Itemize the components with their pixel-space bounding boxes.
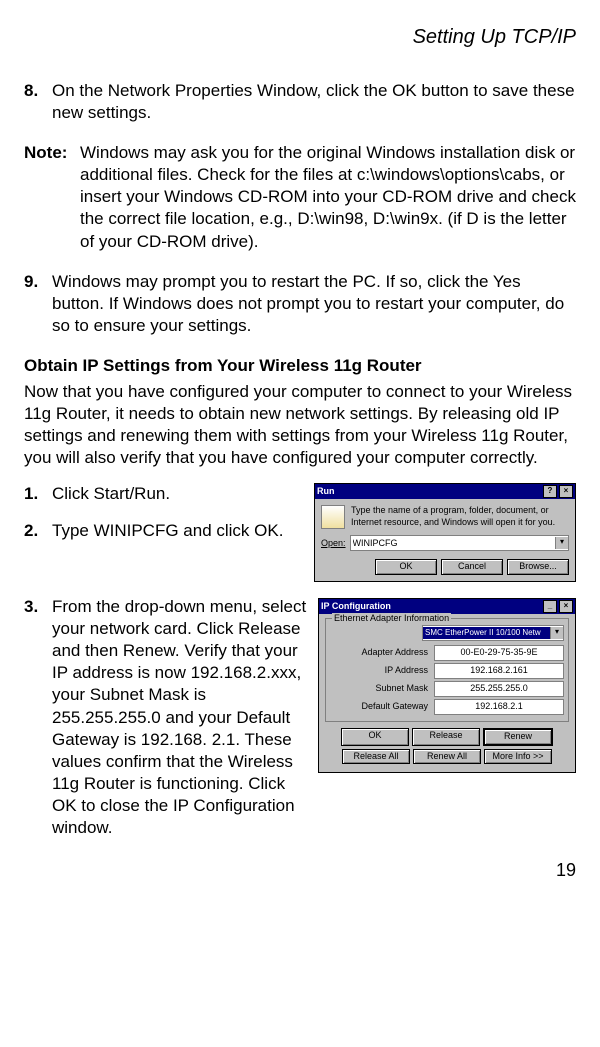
cancel-button[interactable]: Cancel: [441, 559, 503, 575]
ipconf-titlebar: IP Configuration _ ×: [319, 599, 575, 614]
help-button[interactable]: ?: [543, 485, 557, 498]
renew-all-button[interactable]: Renew All: [413, 749, 481, 765]
step-text: From the drop-down menu, select your net…: [52, 596, 308, 839]
minimize-button[interactable]: _: [543, 600, 557, 613]
renew-button[interactable]: Renew: [483, 728, 553, 746]
dropdown-icon[interactable]: ▾: [550, 627, 563, 639]
close-button[interactable]: ×: [559, 600, 573, 613]
run-description: Type the name of a program, folder, docu…: [351, 505, 569, 529]
open-combobox[interactable]: ▾: [350, 535, 569, 551]
close-button[interactable]: ×: [559, 485, 573, 498]
group-title: Ethernet Adapter Information: [332, 613, 451, 625]
step-number: 3.: [24, 596, 52, 839]
subnet-mask-label: Subnet Mask: [330, 683, 434, 695]
subnet-mask-value: 255.255.255.0: [434, 681, 564, 697]
note-text: Windows may ask you for the original Win…: [80, 142, 576, 252]
step-number: 2.: [24, 520, 52, 542]
adapter-selected: SMC EtherPower II 10/100 Netw: [423, 627, 550, 639]
run-title-text: Run: [317, 486, 335, 498]
release-button[interactable]: Release: [412, 728, 480, 746]
subheading: Obtain IP Settings from Your Wireless 11…: [24, 355, 576, 377]
run-dialog: Run ? × Type the name of a program, fold…: [314, 483, 576, 582]
ok-button[interactable]: OK: [375, 559, 437, 575]
step-text: Windows may prompt you to restart the PC…: [52, 271, 576, 337]
step-8: 8. On the Network Properties Window, cli…: [24, 80, 576, 124]
ip-address-value: 192.168.2.161: [434, 663, 564, 679]
adapter-combobox[interactable]: SMC EtherPower II 10/100 Netw ▾: [422, 625, 564, 641]
run-titlebar: Run ? ×: [315, 484, 575, 499]
step-number: 9.: [24, 271, 52, 337]
ok-button[interactable]: OK: [341, 728, 409, 746]
step-text: Type WINIPCFG and click OK.: [52, 520, 304, 542]
adapter-address-label: Adapter Address: [330, 647, 434, 659]
browse-button[interactable]: Browse...: [507, 559, 569, 575]
intro-paragraph: Now that you have configured your comput…: [24, 381, 576, 469]
ip-address-label: IP Address: [330, 665, 434, 677]
page-header: Setting Up TCP/IP: [24, 24, 576, 50]
step-number: 8.: [24, 80, 52, 124]
page-number: 19: [24, 859, 576, 882]
adapter-info-group: Ethernet Adapter Information SMC EtherPo…: [325, 618, 569, 722]
step-1: 1. Click Start/Run.: [24, 483, 304, 505]
note-block: Note: Windows may ask you for the origin…: [24, 142, 576, 252]
step-text: Click Start/Run.: [52, 483, 304, 505]
default-gateway-label: Default Gateway: [330, 701, 434, 713]
step-3: 3. From the drop-down menu, select your …: [24, 596, 308, 839]
ipconf-title-text: IP Configuration: [321, 601, 391, 613]
step-text: On the Network Properties Window, click …: [52, 80, 576, 124]
default-gateway-value: 192.168.2.1: [434, 699, 564, 715]
step-9: 9. Windows may prompt you to restart the…: [24, 271, 576, 337]
dropdown-icon[interactable]: ▾: [555, 537, 568, 549]
release-all-button[interactable]: Release All: [342, 749, 410, 765]
step-number: 1.: [24, 483, 52, 505]
open-input[interactable]: [351, 537, 555, 549]
run-icon: [321, 505, 345, 529]
ip-configuration-dialog: IP Configuration _ × Ethernet Adapter In…: [318, 598, 576, 773]
open-label: Open:: [321, 538, 346, 550]
adapter-address-value: 00-E0-29-75-35-9E: [434, 645, 564, 661]
note-label: Note:: [24, 142, 80, 252]
step-2: 2. Type WINIPCFG and click OK.: [24, 520, 304, 542]
more-info-button[interactable]: More Info >>: [484, 749, 552, 765]
